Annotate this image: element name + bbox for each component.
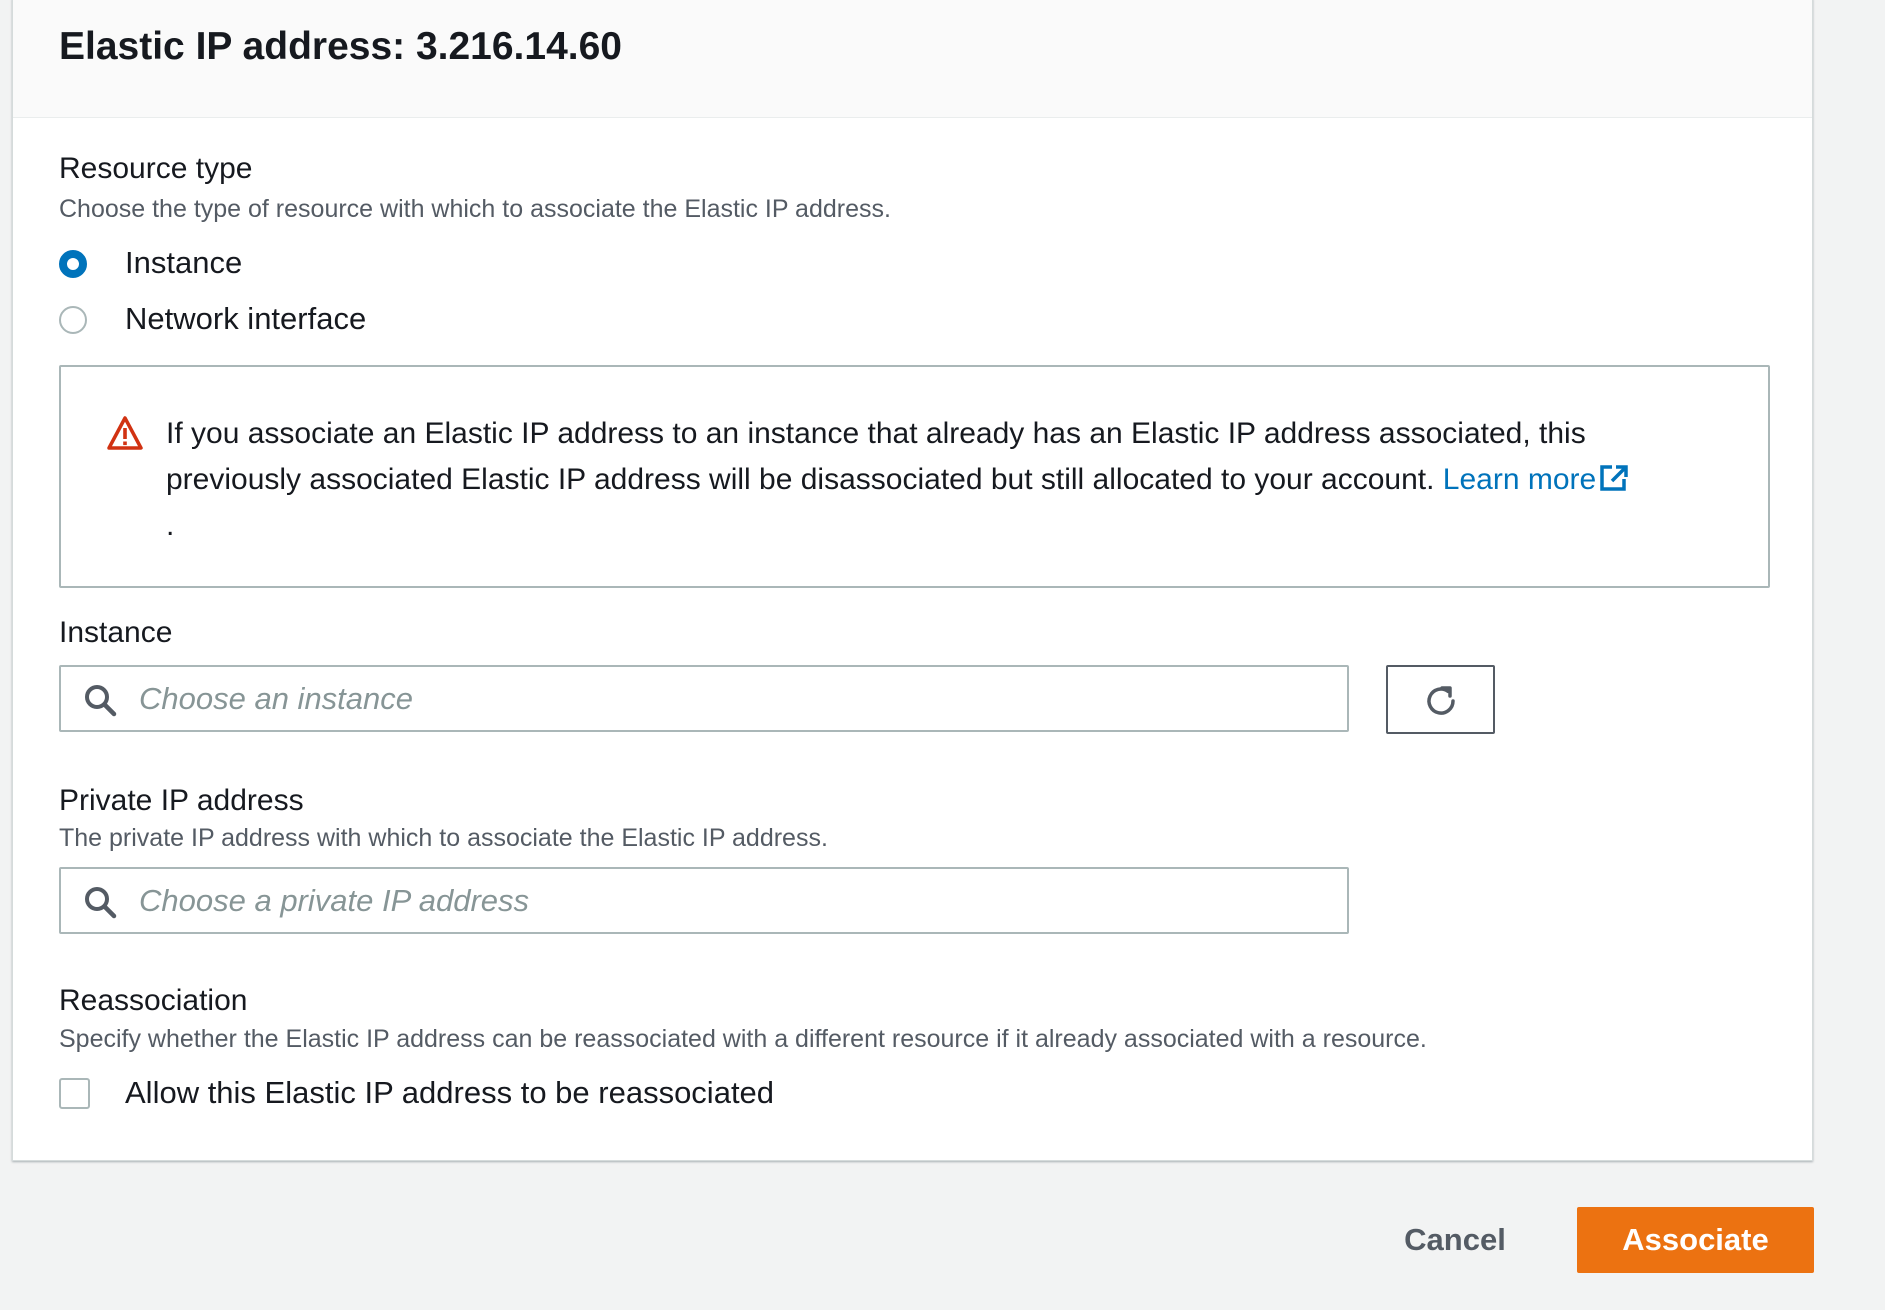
radio-network-interface-label[interactable]: Network interface xyxy=(125,301,366,337)
radio-option-instance[interactable]: Instance xyxy=(59,245,559,285)
private-ip-label: Private IP address xyxy=(59,784,304,817)
alert-message: If you associate an Elastic IP address t… xyxy=(166,411,1726,549)
instance-placeholder: Choose an instance xyxy=(139,681,414,716)
associate-eip-panel: Elastic IP address: 3.216.14.60 Resource… xyxy=(12,0,1813,1161)
instance-label: Instance xyxy=(59,616,173,649)
private-ip-description: The private IP address with which to ass… xyxy=(59,824,828,852)
search-icon xyxy=(85,685,117,717)
associate-button[interactable]: Associate xyxy=(1577,1207,1814,1273)
radio-instance[interactable] xyxy=(59,250,87,278)
instance-search-input[interactable]: Choose an instance xyxy=(59,665,1349,732)
private-ip-placeholder: Choose a private IP address xyxy=(139,883,530,918)
page-title: Elastic IP address: 3.216.14.60 xyxy=(59,25,622,68)
panel-header: Elastic IP address: 3.216.14.60 xyxy=(13,0,1812,118)
alert-text: If you associate an Elastic IP address t… xyxy=(166,417,1586,496)
resource-type-label: Resource type xyxy=(59,152,253,185)
refresh-button[interactable] xyxy=(1386,665,1495,734)
alert-trailing: . xyxy=(166,509,175,542)
radio-option-network-interface[interactable]: Network interface xyxy=(59,301,559,341)
reassociate-checkbox-row[interactable]: Allow this Elastic IP address to be reas… xyxy=(59,1075,859,1115)
cancel-button[interactable]: Cancel xyxy=(1380,1207,1530,1273)
reassociation-description: Specify whether the Elastic IP address c… xyxy=(59,1025,1427,1053)
radio-network-interface[interactable] xyxy=(59,306,87,334)
radio-instance-label[interactable]: Instance xyxy=(125,245,242,281)
warning-icon xyxy=(107,416,143,450)
warning-alert: If you associate an Elastic IP address t… xyxy=(59,365,1770,588)
private-ip-search-input[interactable]: Choose a private IP address xyxy=(59,867,1349,934)
resource-type-description: Choose the type of resource with which t… xyxy=(59,195,891,223)
search-icon xyxy=(85,887,117,919)
learn-more-link[interactable]: Learn more xyxy=(1443,463,1630,496)
refresh-icon xyxy=(1427,686,1455,715)
reassociation-label: Reassociation xyxy=(59,984,248,1017)
external-link-icon xyxy=(1600,465,1628,491)
reassociate-checkbox[interactable] xyxy=(59,1078,90,1109)
reassociate-checkbox-label[interactable]: Allow this Elastic IP address to be reas… xyxy=(125,1075,774,1111)
